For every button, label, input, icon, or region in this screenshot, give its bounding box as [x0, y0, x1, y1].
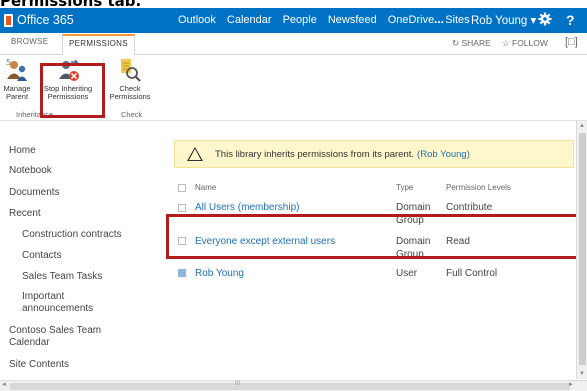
nav-home[interactable]: Home: [9, 145, 36, 156]
check-permissions-icon: [118, 57, 142, 83]
brand-label: Office 365: [17, 13, 74, 27]
share-icon: ↻: [452, 38, 460, 48]
scroll-grip-icon: III: [235, 381, 241, 387]
scroll-down-arrow-icon[interactable]: ▼: [579, 371, 585, 377]
row-name-link[interactable]: Rob Young: [195, 268, 244, 279]
group-check-label: Check: [121, 110, 143, 119]
share-label: SHARE: [461, 38, 491, 48]
share-button[interactable]: ↻ SHARE: [452, 38, 491, 49]
vertical-scroll-thumb[interactable]: [579, 133, 586, 365]
suite-nav-people[interactable]: People: [283, 14, 317, 26]
highlight-everyone-row: [166, 214, 579, 259]
warning-icon: !: [187, 147, 203, 161]
scroll-left-arrow-icon[interactable]: ◄: [1, 382, 7, 388]
scroll-right-arrow-icon[interactable]: ►: [568, 382, 574, 388]
notice-parent-link[interactable]: (Rob Young): [417, 149, 470, 160]
suite-nav-calendar[interactable]: Calendar: [227, 14, 272, 26]
office365-brand[interactable]: Office 365: [4, 13, 74, 27]
row-type-line1: User: [396, 268, 418, 279]
tab-permissions[interactable]: PERMISSIONS: [62, 34, 135, 56]
notice-text: This library inherits permissions from i…: [215, 148, 415, 160]
select-all-checkbox[interactable]: [178, 184, 186, 192]
horizontal-scrollbar[interactable]: ◄ III ►: [0, 380, 587, 391]
office-logo-icon: [4, 13, 13, 27]
more-apps-button[interactable]: ...: [434, 12, 444, 26]
scroll-up-arrow-icon[interactable]: ▲: [579, 123, 585, 129]
suite-nav-outlook[interactable]: Outlook: [178, 14, 216, 26]
column-header-permission-levels[interactable]: Permission Levels: [446, 183, 511, 192]
star-icon: ☆: [502, 38, 510, 48]
tab-browse[interactable]: BROWSE: [11, 37, 48, 46]
nav-construction-contracts[interactable]: Construction contracts: [22, 229, 122, 240]
follow-label: FOLLOW: [512, 38, 548, 48]
gear-icon[interactable]: [538, 12, 552, 29]
column-header-name[interactable]: Name: [195, 183, 216, 192]
nav-contoso-calendar[interactable]: Contoso Sales Team Calendar: [9, 325, 129, 349]
nav-recent[interactable]: Recent: [9, 208, 41, 219]
svg-text:5: 5: [6, 58, 11, 67]
suite-nav-sites[interactable]: Sites: [445, 14, 469, 26]
row-type-line1: Domain: [396, 202, 431, 213]
ribbon-tab-row: BROWSE PERMISSIONS ↻ SHARE ☆ FOLLOW [□]: [0, 33, 587, 56]
column-header-type[interactable]: Type: [396, 183, 413, 192]
gear-svg: [538, 12, 552, 26]
vertical-scrollbar[interactable]: ▲ ▼: [576, 121, 587, 379]
nav-important-announcements[interactable]: Important announcements: [22, 291, 122, 315]
nav-contacts[interactable]: Contacts: [22, 250, 61, 261]
inheritance-notice: ! This library inherits permissions from…: [174, 140, 574, 168]
manage-parent-icon: 5: [5, 57, 29, 83]
suite-nav-newsfeed[interactable]: Newsfeed: [328, 14, 377, 26]
horizontal-scroll-thumb[interactable]: III: [10, 381, 570, 390]
check-permissions-label-2: Permissions: [109, 92, 151, 101]
user-menu[interactable]: Rob Young ▾: [471, 13, 536, 27]
nav-site-contents[interactable]: Site Contents: [9, 359, 69, 370]
page-caption: Permissions tab.: [0, 0, 142, 10]
suite-bar: Office 365 Outlook Calendar People Newsf…: [0, 8, 587, 33]
help-icon[interactable]: ?: [566, 12, 575, 28]
row-checkbox[interactable]: [178, 269, 186, 277]
nav-notebook[interactable]: Notebook: [9, 165, 52, 176]
row-checkbox[interactable]: [178, 204, 186, 212]
row-permission-level: Full Control: [446, 268, 498, 279]
nav-sales-team-tasks[interactable]: Sales Team Tasks: [22, 271, 102, 282]
nav-documents[interactable]: Documents: [9, 187, 60, 198]
focus-content-icon[interactable]: [□]: [565, 36, 578, 48]
row-permission-level: Contribute: [446, 202, 493, 213]
follow-button[interactable]: ☆ FOLLOW: [502, 38, 548, 49]
manage-parent-button[interactable]: 5 Manage Parent: [0, 57, 34, 101]
suite-nav-onedrive[interactable]: OneDrive: [388, 14, 434, 26]
check-permissions-button[interactable]: Check Permissions: [104, 57, 156, 101]
manage-parent-label-2: Parent: [5, 92, 29, 101]
highlight-stop-inheriting: [40, 63, 105, 118]
